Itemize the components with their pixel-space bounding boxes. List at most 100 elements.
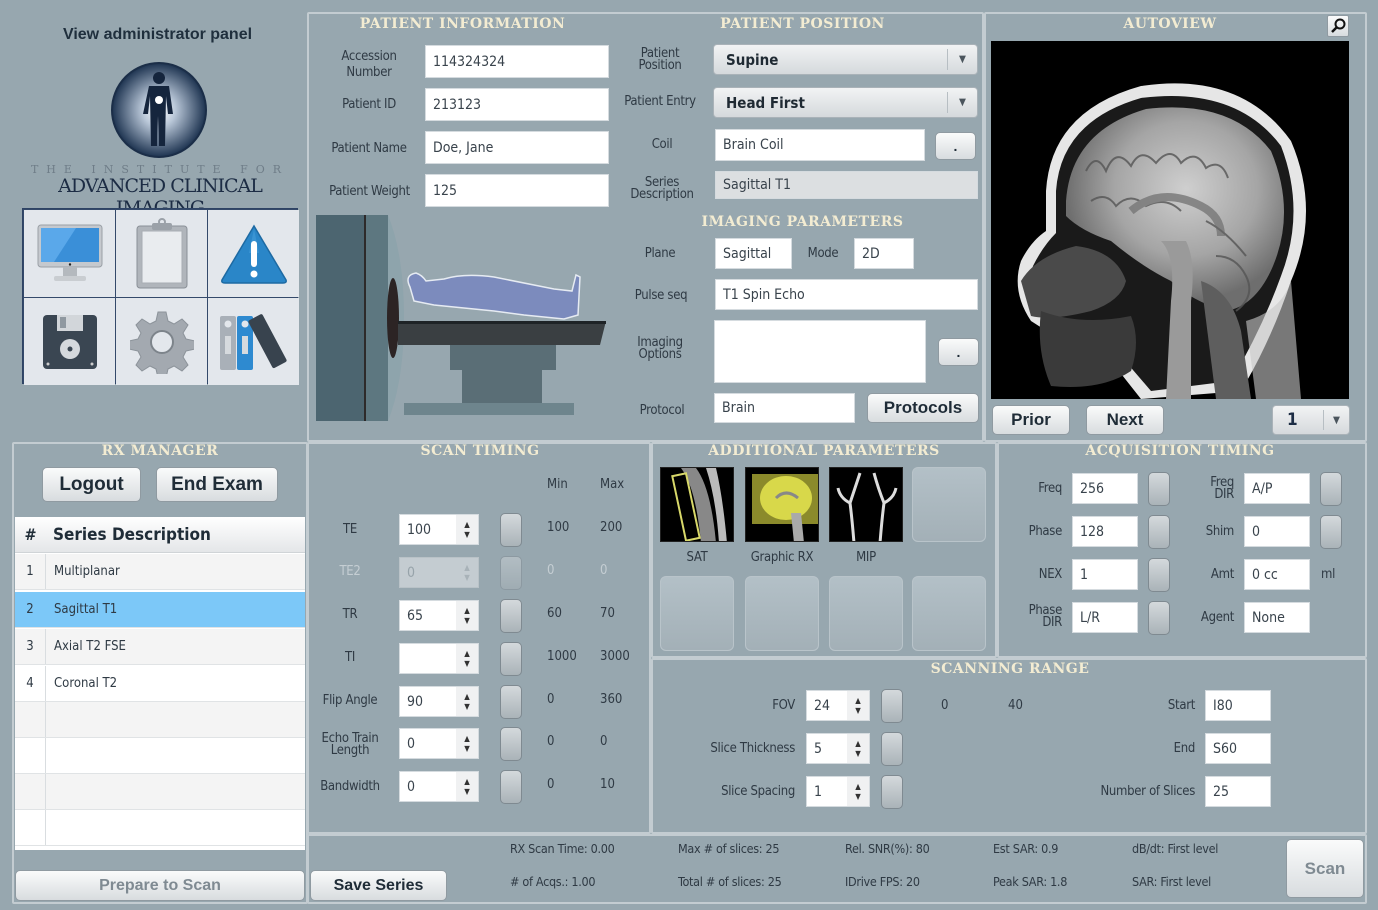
te2-adjust-button[interactable] bbox=[500, 556, 522, 590]
spinner-arrows-icon[interactable]: ▲ ▼ bbox=[456, 601, 478, 630]
imaging-options-button[interactable]: . bbox=[938, 338, 979, 366]
slice-thickness-spinner[interactable]: 5 ▲ ▼ bbox=[806, 733, 870, 764]
imaging-options-input[interactable] bbox=[714, 320, 926, 383]
nex-adjust-button[interactable] bbox=[1148, 558, 1170, 592]
shim-label: Shim bbox=[1205, 524, 1235, 539]
patient-name-input[interactable]: Doe, Jane bbox=[425, 131, 609, 164]
toolbar-settings-button[interactable] bbox=[116, 298, 207, 385]
pulse-seq-input[interactable]: T1 Spin Echo bbox=[715, 279, 978, 310]
coil-input[interactable]: Brain Coil bbox=[715, 129, 925, 161]
agent-input[interactable]: None bbox=[1244, 602, 1310, 633]
phase-adjust-button[interactable] bbox=[1148, 515, 1170, 549]
accession-number-input[interactable]: 114324324 bbox=[425, 45, 609, 78]
mip-button[interactable] bbox=[829, 467, 903, 542]
coil-browse-button[interactable]: . bbox=[935, 132, 976, 160]
mode-input[interactable]: 2D bbox=[854, 238, 914, 269]
slice-thickness-adjust-button[interactable] bbox=[881, 732, 903, 766]
fov-spinner[interactable]: 24 ▲ ▼ bbox=[806, 690, 870, 721]
spinner-arrows-icon[interactable]: ▲ ▼ bbox=[456, 687, 478, 716]
te-adjust-button[interactable] bbox=[500, 513, 522, 547]
spinner-arrows-icon[interactable]: ▲ ▼ bbox=[456, 558, 478, 587]
te-spinner[interactable]: 100 ▲ ▼ bbox=[399, 514, 479, 545]
empty-parameter-slot[interactable] bbox=[745, 576, 819, 651]
table-row[interactable]: 4 Coronal T2 bbox=[15, 666, 305, 702]
save-series-button[interactable]: Save Series bbox=[310, 870, 447, 901]
mri-image-viewer[interactable] bbox=[991, 41, 1349, 399]
start-input[interactable]: I80 bbox=[1205, 690, 1271, 721]
phase-input[interactable]: 128 bbox=[1072, 516, 1138, 547]
patient-id-input[interactable]: 213123 bbox=[425, 88, 609, 121]
freq-adjust-button[interactable] bbox=[1148, 472, 1170, 506]
shim-adjust-button[interactable] bbox=[1320, 515, 1342, 549]
admin-panel-link[interactable]: View administrator panel bbox=[0, 26, 315, 44]
protocol-input[interactable]: Brain bbox=[714, 393, 855, 423]
te-value: 100 bbox=[407, 521, 432, 538]
table-row[interactable]: 3 Axial T2 FSE bbox=[15, 629, 305, 665]
spinner-arrows-icon[interactable]: ▲ ▼ bbox=[456, 729, 478, 758]
next-button[interactable]: Next bbox=[1086, 405, 1164, 435]
echo-train-length-spinner[interactable]: 0 ▲ ▼ bbox=[399, 728, 479, 759]
phase-dir-input[interactable]: L/R bbox=[1072, 602, 1138, 633]
nex-input[interactable]: 1 bbox=[1072, 559, 1138, 590]
patient-weight-input[interactable]: 125 bbox=[425, 174, 609, 207]
empty-parameter-slot[interactable] bbox=[660, 576, 734, 651]
sat-thumbnail-icon bbox=[671, 468, 727, 541]
freq-dir-input[interactable]: A/P bbox=[1244, 473, 1310, 504]
toolbar-monitor-button[interactable] bbox=[24, 210, 115, 297]
end-exam-button[interactable]: End Exam bbox=[156, 467, 278, 502]
prior-button[interactable]: Prior bbox=[992, 405, 1070, 435]
fov-label: FOV bbox=[772, 698, 795, 713]
table-row-selected[interactable]: 2 Sagittal T1 bbox=[15, 592, 305, 628]
slice-spacing-adjust-button[interactable] bbox=[881, 775, 903, 809]
logout-button[interactable]: Logout bbox=[42, 467, 141, 502]
ti-adjust-button[interactable] bbox=[500, 642, 522, 676]
empty-parameter-slot[interactable] bbox=[912, 467, 986, 542]
image-index-dropdown[interactable]: 1 ▼ bbox=[1272, 405, 1350, 435]
flip-angle-adjust-button[interactable] bbox=[500, 685, 522, 719]
spinner-arrows-icon[interactable]: ▲ ▼ bbox=[847, 691, 869, 720]
tr-adjust-button[interactable] bbox=[500, 599, 522, 633]
te2-spinner[interactable]: 0 ▲ ▼ bbox=[399, 557, 479, 588]
patient-entry-dropdown[interactable]: Head First ▼ bbox=[713, 87, 978, 118]
sat-button[interactable] bbox=[660, 467, 734, 542]
spinner-arrows-icon[interactable]: ▲ ▼ bbox=[847, 777, 869, 806]
freq-dir-label: Freq DIR bbox=[1210, 475, 1234, 502]
column-header-description[interactable]: Series Description bbox=[46, 525, 211, 545]
protocols-button[interactable]: Protocols bbox=[867, 393, 979, 423]
phase-dir-adjust-button[interactable] bbox=[1148, 601, 1170, 635]
toolbar-records-button[interactable] bbox=[208, 298, 299, 385]
flip-angle-spinner[interactable]: 90 ▲ ▼ bbox=[399, 686, 479, 717]
toolbar-clipboard-button[interactable] bbox=[116, 210, 207, 297]
prepare-to-scan-button[interactable]: Prepare to Scan bbox=[15, 870, 305, 901]
ti-spinner[interactable]: ▲ ▼ bbox=[399, 643, 479, 674]
patient-position-dropdown[interactable]: Supine ▼ bbox=[713, 44, 978, 75]
agent-label: Agent bbox=[1200, 610, 1234, 625]
bandwidth-adjust-button[interactable] bbox=[500, 770, 522, 804]
plane-input[interactable]: Sagittal bbox=[715, 238, 792, 269]
slice-spacing-spinner[interactable]: 1 ▲ ▼ bbox=[806, 776, 870, 807]
amt-input[interactable]: 0 cc bbox=[1244, 559, 1310, 590]
number-of-slices-input[interactable]: 25 bbox=[1205, 776, 1271, 807]
freq-dir-adjust-button[interactable] bbox=[1320, 472, 1342, 506]
end-input[interactable]: S60 bbox=[1205, 733, 1271, 764]
spinner-arrows-icon[interactable]: ▲ ▼ bbox=[456, 515, 478, 544]
spinner-arrows-icon[interactable]: ▲ ▼ bbox=[847, 734, 869, 763]
empty-parameter-slot[interactable] bbox=[829, 576, 903, 651]
spinner-arrows-icon[interactable]: ▲ ▼ bbox=[456, 644, 478, 673]
table-row[interactable]: 1 Multiplanar bbox=[15, 554, 305, 590]
tr-spinner[interactable]: 65 ▲ ▼ bbox=[399, 600, 479, 631]
shim-input[interactable]: 0 bbox=[1244, 516, 1310, 547]
freq-input[interactable]: 256 bbox=[1072, 473, 1138, 504]
graphic-rx-button[interactable] bbox=[745, 467, 819, 542]
fov-adjust-button[interactable] bbox=[881, 689, 903, 723]
echo-train-length-adjust-button[interactable] bbox=[500, 727, 522, 761]
series-description-input[interactable]: Sagittal T1 bbox=[715, 171, 978, 199]
bandwidth-spinner[interactable]: 0 ▲ ▼ bbox=[399, 771, 479, 802]
echo-train-length-max: 0 bbox=[600, 734, 608, 749]
zoom-button[interactable] bbox=[1327, 15, 1349, 37]
spinner-arrows-icon[interactable]: ▲ ▼ bbox=[456, 772, 478, 801]
toolbar-warning-button[interactable] bbox=[208, 210, 299, 297]
scan-button[interactable]: Scan bbox=[1286, 839, 1364, 898]
toolbar-save-button[interactable] bbox=[24, 298, 115, 385]
empty-parameter-slot[interactable] bbox=[912, 576, 986, 651]
